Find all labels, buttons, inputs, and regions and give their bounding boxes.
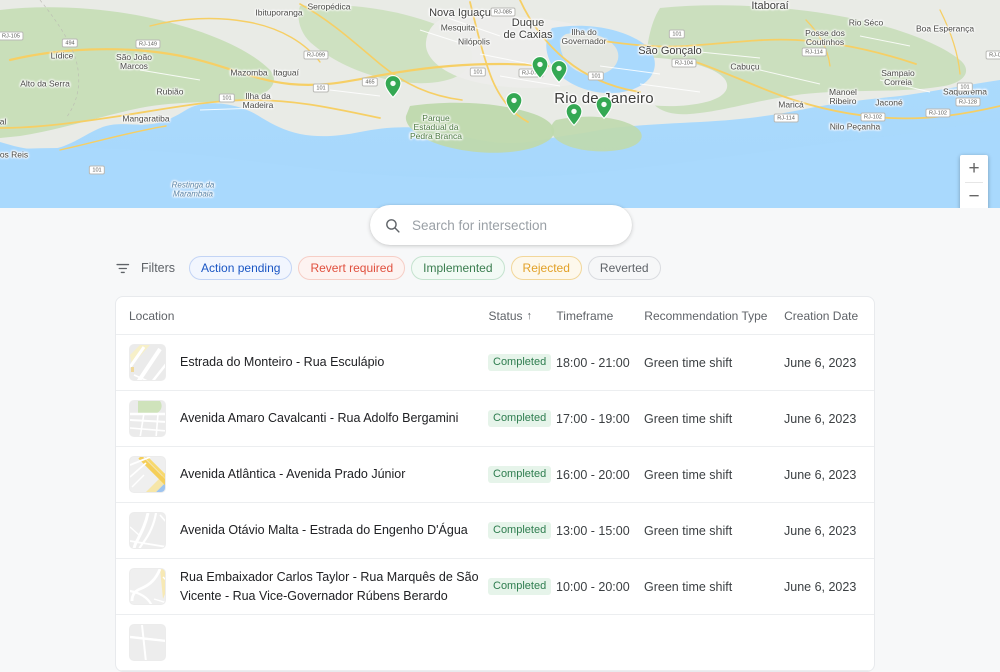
cell-location: Estrada do Monteiro - Rua Esculápio	[180, 353, 488, 371]
filter-chip-rejected[interactable]: Rejected	[511, 256, 582, 280]
recommendations-table: Location Status ↑ Timeframe Recommendati…	[115, 296, 875, 672]
sort-ascending-icon: ↑	[527, 310, 533, 322]
map-pin[interactable]	[532, 56, 549, 84]
cell-status: Completed	[488, 578, 556, 595]
table-body: Estrada do Monteiro - Rua EsculápioCompl…	[116, 335, 874, 671]
cell-location: Avenida Atlântica - Avenida Prado Júnior	[180, 465, 488, 483]
location-thumbnail	[129, 624, 166, 661]
location-thumbnail	[129, 512, 166, 549]
column-header-status[interactable]: Status ↑	[489, 309, 557, 323]
map-zoom-controls[interactable]: + −	[960, 155, 988, 208]
cell-recommendation-type: Green time shift	[644, 468, 784, 482]
table-row[interactable]: Estrada do Monteiro - Rua EsculápioCompl…	[116, 335, 874, 391]
map-pin[interactable]	[506, 92, 523, 120]
zoom-out-button[interactable]: −	[960, 183, 988, 208]
cell-creation-date: June 6, 2023	[784, 524, 874, 538]
cell-timeframe: 17:00 - 19:00	[556, 412, 644, 426]
cell-status: Completed	[488, 354, 556, 371]
column-header-timeframe[interactable]: Timeframe	[556, 309, 644, 323]
cell-location: Avenida Amaro Cavalcanti - Rua Adolfo Be…	[180, 409, 488, 427]
status-badge: Completed	[488, 522, 551, 539]
cell-creation-date: June 6, 2023	[784, 468, 874, 482]
cell-recommendation-type: Green time shift	[644, 356, 784, 370]
filter-icon[interactable]	[115, 260, 132, 277]
status-badge: Completed	[488, 410, 551, 427]
location-thumbnail	[129, 456, 166, 493]
status-badge: Completed	[488, 578, 551, 595]
cell-status: Completed	[488, 410, 556, 427]
filter-chip-action-pending[interactable]: Action pending	[189, 256, 292, 280]
table-row[interactable]: Avenida Atlântica - Avenida Prado Júnior…	[116, 447, 874, 503]
cell-timeframe: 10:00 - 20:00	[556, 580, 644, 594]
filter-chip-reverted[interactable]: Reverted	[588, 256, 661, 280]
map-pin[interactable]	[551, 60, 568, 88]
filters-label: Filters	[141, 261, 175, 275]
cell-location: Rua Embaixador Carlos Taylor - Rua Marqu…	[180, 568, 488, 604]
cell-recommendation-type: Green time shift	[644, 412, 784, 426]
map-pin[interactable]	[566, 103, 583, 131]
cell-status: Completed	[488, 522, 556, 539]
table-header-row: Location Status ↑ Timeframe Recommendati…	[116, 297, 874, 335]
table-row[interactable]: Avenida Otávio Malta - Estrada do Engenh…	[116, 503, 874, 559]
map-pin[interactable]	[385, 75, 402, 103]
location-thumbnail	[129, 400, 166, 437]
filter-chip-revert-required[interactable]: Revert required	[298, 256, 405, 280]
cell-timeframe: 18:00 - 21:00	[556, 356, 644, 370]
filter-chip-implemented[interactable]: Implemented	[411, 256, 504, 280]
cell-creation-date: June 6, 2023	[784, 412, 874, 426]
table-row[interactable]: Rua Embaixador Carlos Taylor - Rua Marqu…	[116, 559, 874, 615]
map-pin[interactable]	[596, 96, 613, 124]
cell-timeframe: 16:00 - 20:00	[556, 468, 644, 482]
table-row[interactable]	[116, 615, 874, 671]
cell-creation-date: June 6, 2023	[784, 580, 874, 594]
column-header-status-label: Status	[489, 309, 523, 323]
search-icon	[384, 217, 401, 234]
map-tiles	[0, 0, 1000, 208]
column-header-creation-date[interactable]: Creation Date	[784, 309, 874, 323]
cell-status: Completed	[488, 466, 556, 483]
cell-recommendation-type: Green time shift	[644, 524, 784, 538]
table-row[interactable]: Avenida Amaro Cavalcanti - Rua Adolfo Be…	[116, 391, 874, 447]
search-input[interactable]	[412, 218, 618, 233]
column-header-location[interactable]: Location	[129, 309, 489, 323]
status-badge: Completed	[488, 466, 551, 483]
location-thumbnail	[129, 344, 166, 381]
filter-chip-group: Action pendingRevert requiredImplemented…	[189, 256, 667, 280]
column-header-recommendation-type[interactable]: Recommendation Type	[644, 309, 784, 323]
status-badge: Completed	[488, 354, 551, 371]
cell-creation-date: June 6, 2023	[784, 356, 874, 370]
location-thumbnail	[129, 568, 166, 605]
map-view[interactable]: LídiceAlto da SerraSão JoãoMarcosRubiãoM…	[0, 0, 1000, 208]
cell-timeframe: 13:00 - 15:00	[556, 524, 644, 538]
cell-recommendation-type: Green time shift	[644, 580, 784, 594]
zoom-in-button[interactable]: +	[960, 155, 988, 182]
search-bar[interactable]	[370, 205, 632, 245]
filters-row: Filters Action pendingRevert requiredImp…	[115, 256, 667, 280]
cell-location: Avenida Otávio Malta - Estrada do Engenh…	[180, 521, 488, 539]
